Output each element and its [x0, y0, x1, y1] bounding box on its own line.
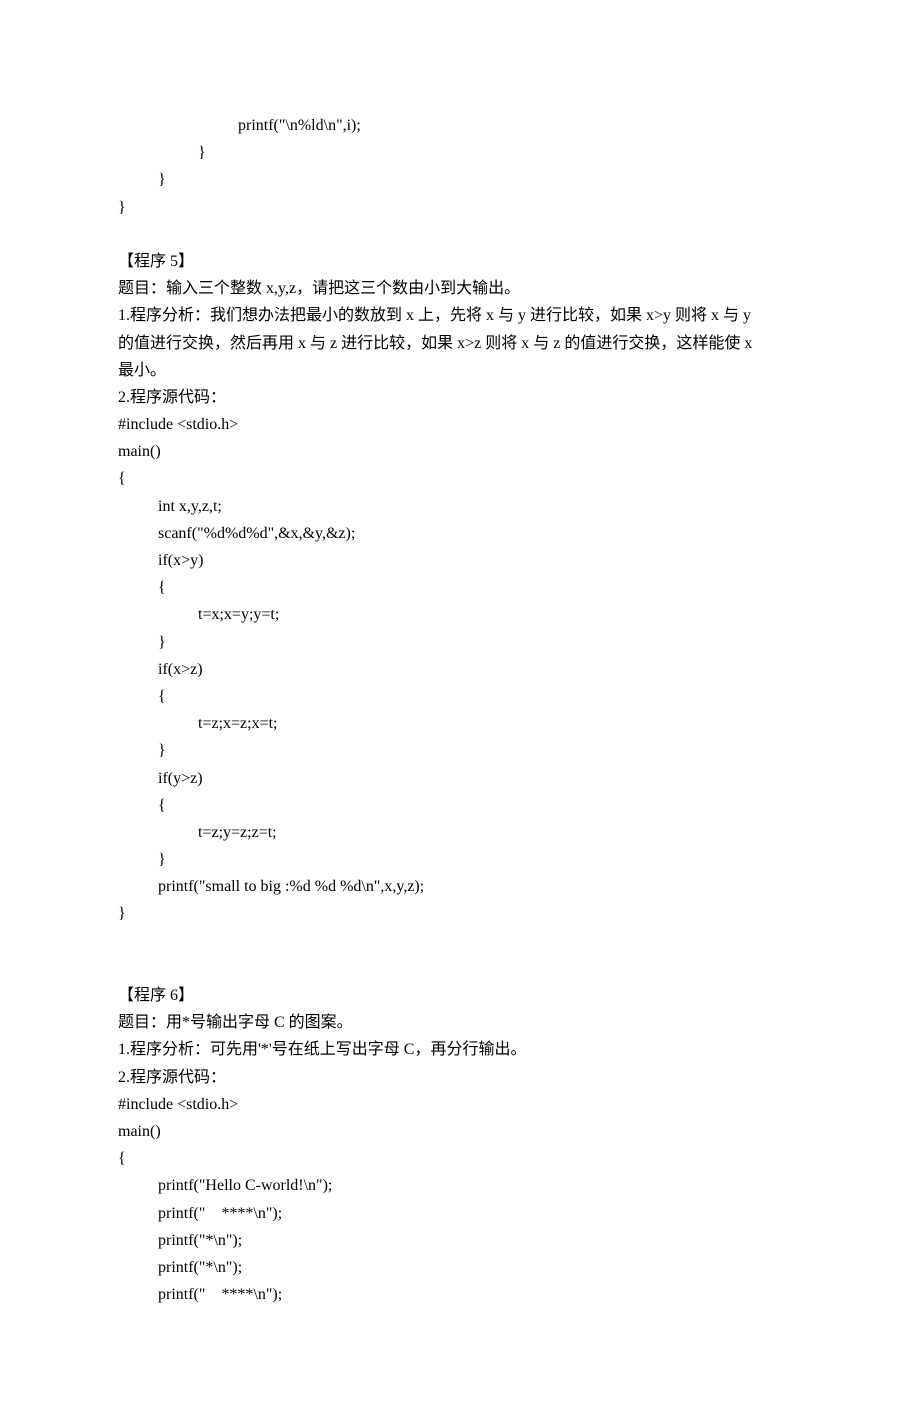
code-line: }	[118, 629, 802, 656]
code-line: int x,y,z,t;	[118, 493, 802, 520]
code-line: printf(" ****\n");	[118, 1200, 802, 1227]
code-line: {	[118, 1145, 802, 1172]
code-line: }	[118, 139, 802, 166]
document-page: printf("\n%ld\n",i); } } } 【程序 5】 题目：输入三…	[0, 0, 920, 1408]
code-line: printf("*\n");	[118, 1254, 802, 1281]
analysis-text: 1.程序分析：可先用'*'号在纸上写出字母 C，再分行输出。	[118, 1036, 802, 1063]
analysis-text: 的值进行交换，然后再用 x 与 z 进行比较，如果 x>z 则将 x 与 z 的…	[118, 330, 802, 357]
code-line: scanf("%d%d%d",&x,&y,&z);	[118, 520, 802, 547]
code-line: {	[118, 465, 802, 492]
code-line: {	[118, 792, 802, 819]
blank-line	[118, 928, 802, 982]
analysis-text: 最小。	[118, 357, 802, 384]
code-line: printf("Hello C-world!\n");	[118, 1172, 802, 1199]
code-line: #include <stdio.h>	[118, 411, 802, 438]
blank-line	[118, 221, 802, 248]
code-line: printf("small to big :%d %d %d\n",x,y,z)…	[118, 873, 802, 900]
code-line: t=z;y=z;z=t;	[118, 819, 802, 846]
code-line: t=z;x=z;x=t;	[118, 710, 802, 737]
code-line: }	[118, 846, 802, 873]
code-line: #include <stdio.h>	[118, 1091, 802, 1118]
code-line: main()	[118, 1118, 802, 1145]
code-line: {	[118, 574, 802, 601]
topic-text: 题目：用*号输出字母 C 的图案。	[118, 1009, 802, 1036]
source-label: 2.程序源代码：	[118, 384, 802, 411]
code-line: {	[118, 683, 802, 710]
code-line: }	[118, 737, 802, 764]
code-line: if(y>z)	[118, 765, 802, 792]
code-line: t=x;x=y;y=t;	[118, 601, 802, 628]
section-title: 【程序 5】	[118, 248, 802, 275]
code-line: }	[118, 194, 802, 221]
code-line: }	[118, 900, 802, 927]
section-title: 【程序 6】	[118, 982, 802, 1009]
code-line: }	[118, 166, 802, 193]
code-line: if(x>y)	[118, 547, 802, 574]
source-label: 2.程序源代码：	[118, 1064, 802, 1091]
topic-text: 题目：输入三个整数 x,y,z，请把这三个数由小到大输出。	[118, 275, 802, 302]
analysis-text: 1.程序分析：我们想办法把最小的数放到 x 上，先将 x 与 y 进行比较，如果…	[118, 302, 802, 329]
code-line: main()	[118, 438, 802, 465]
code-line: if(x>z)	[118, 656, 802, 683]
code-line: printf(" ****\n");	[118, 1281, 802, 1308]
code-line: printf("*\n");	[118, 1227, 802, 1254]
code-line: printf("\n%ld\n",i);	[118, 112, 802, 139]
